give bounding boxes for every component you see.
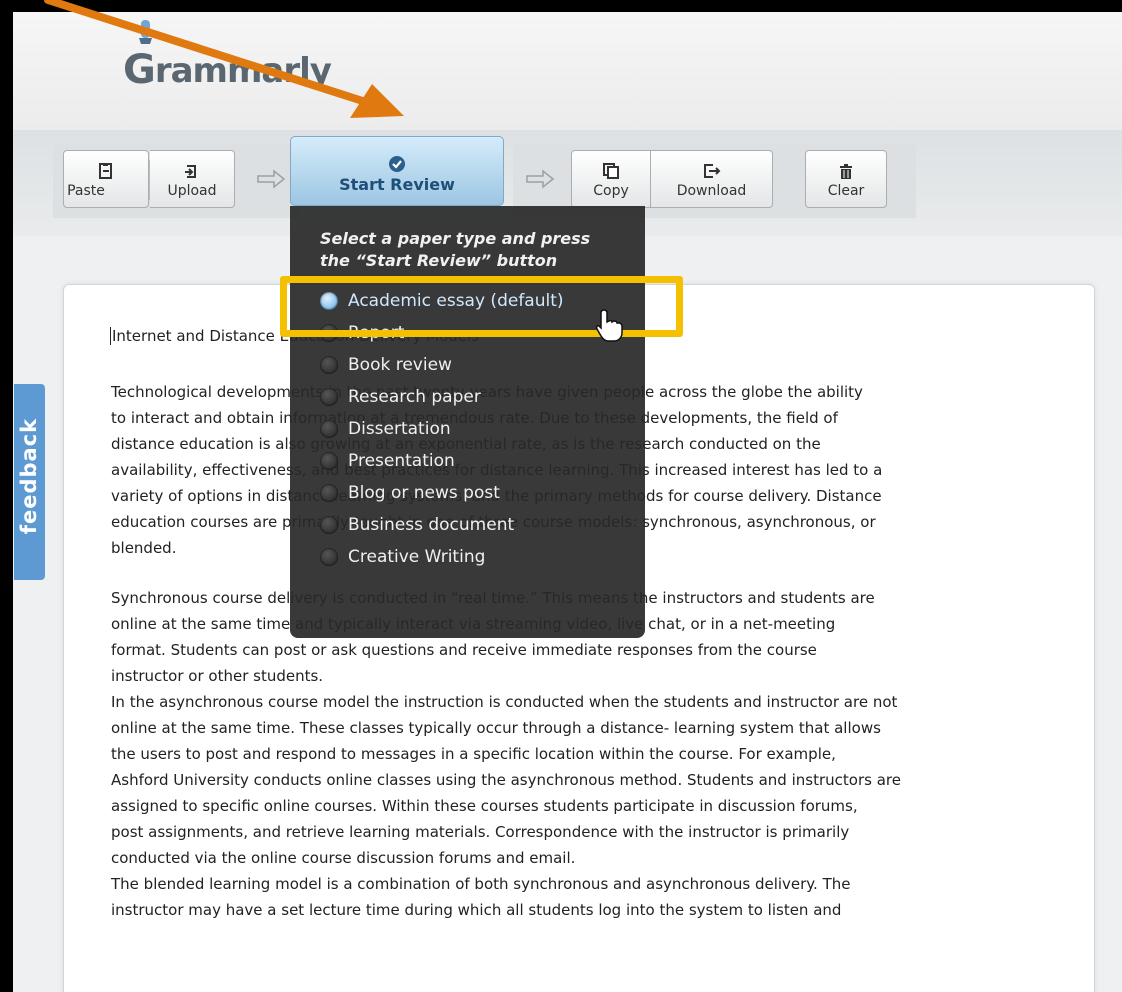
radio-icon[interactable] — [320, 388, 338, 406]
paper-type-label: Presentation — [348, 451, 455, 471]
start-review-label: Start Review — [339, 175, 455, 194]
paragraph-line: assigned to specific online courses. Wit… — [111, 797, 858, 815]
checkmark-icon — [389, 156, 405, 172]
paste-icon — [99, 163, 112, 179]
feedback-tab[interactable]: feedback — [14, 384, 45, 580]
paper-type-label: Dissertation — [348, 419, 451, 439]
radio-icon[interactable] — [320, 420, 338, 438]
document-paragraph[interactable]: In the asynchronous course model the ins… — [111, 689, 1071, 871]
paragraph-line: conducted via the online course discussi… — [111, 849, 576, 867]
paragraph-line: In the asynchronous course model the ins… — [111, 693, 898, 711]
paper-type-label: Book review — [348, 355, 452, 375]
download-label: Download — [676, 183, 747, 199]
feedback-label: feedback — [17, 417, 41, 535]
paper-type-option[interactable]: Creative Writing — [320, 544, 485, 570]
upload-icon — [185, 165, 196, 178]
step-arrow-icon — [526, 169, 555, 189]
clear-button[interactable]: Clear — [805, 150, 887, 208]
paste-button[interactable]: Paste — [63, 150, 149, 208]
radio-icon[interactable] — [320, 356, 338, 374]
paper-type-option[interactable]: Book review — [320, 352, 452, 378]
grammarly-logo[interactable]: G rammarly — [123, 20, 332, 91]
header: G rammarly — [13, 12, 1122, 130]
clear-label: Clear — [827, 183, 865, 199]
radio-icon[interactable] — [320, 452, 338, 470]
paper-type-option[interactable]: Dissertation — [320, 416, 451, 442]
paragraph-line: post assignments, and retrieve learning … — [111, 823, 850, 841]
download-icon — [703, 164, 720, 178]
radio-icon[interactable] — [320, 484, 338, 502]
paper-type-option[interactable]: Business document — [320, 512, 514, 538]
logo-text: rammarly — [154, 51, 332, 91]
paragraph-line: online at the same time. These classes t… — [111, 719, 881, 737]
dropdown-instructions: Select a paper type and press the “Start… — [320, 229, 591, 270]
start-review-button[interactable]: Start Review — [290, 136, 504, 206]
paper-type-label: Research paper — [348, 387, 481, 407]
microphone-logo-icon — [139, 20, 152, 44]
paper-type-dropdown: Select a paper type and press the “Start… — [290, 206, 645, 638]
paragraph-line: the users to post and respond to message… — [111, 745, 836, 763]
paper-type-label: Creative Writing — [348, 547, 486, 567]
copy-button[interactable]: Copy — [571, 150, 651, 208]
copy-icon — [603, 163, 619, 179]
paste-label: Paste — [67, 183, 105, 199]
upload-label: Upload — [167, 183, 217, 199]
download-button[interactable]: Download — [651, 150, 773, 208]
radio-icon[interactable] — [320, 516, 338, 534]
paragraph-line: The blended learning model is a combinat… — [111, 875, 851, 893]
document-paragraph[interactable]: The blended learning model is a combinat… — [111, 871, 1071, 923]
paragraph-line: instructor may have a set lecture time d… — [111, 901, 842, 919]
radio-icon[interactable] — [320, 548, 338, 566]
paper-type-option[interactable]: Blog or news post — [320, 480, 500, 506]
paper-type-label: Business document — [348, 515, 515, 535]
copy-label: Copy — [593, 183, 629, 199]
step-arrow-icon — [257, 169, 286, 189]
paper-type-label: Blog or news post — [348, 483, 500, 503]
hand-pointer-icon — [595, 309, 623, 342]
paragraph-line: instructor or other students. — [111, 667, 324, 685]
trash-icon — [840, 164, 852, 179]
paragraph-line: Ashford University conducts online class… — [111, 771, 901, 789]
paper-type-option[interactable]: Presentation — [320, 448, 455, 474]
paragraph-line: format. Students can post or ask questio… — [111, 641, 817, 659]
upload-button[interactable]: Upload — [150, 150, 235, 208]
paper-type-option[interactable]: Research paper — [320, 384, 481, 410]
